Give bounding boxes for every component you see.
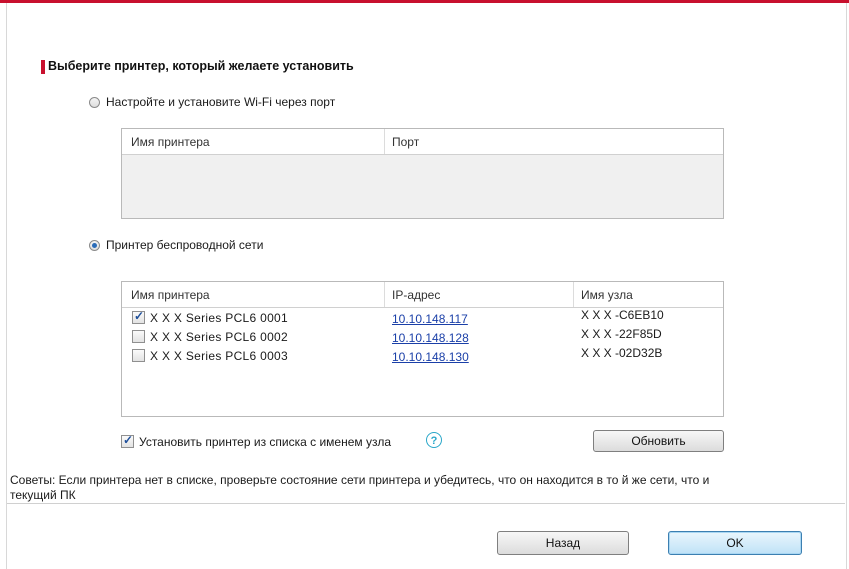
install-by-hostname-label[interactable]: Установить принтер из списка с именем уз… <box>139 435 391 449</box>
tips-text: Советы: Если принтера нет в списке, пров… <box>10 473 710 502</box>
row-2-printer-name: X X X Series PCL6 0002 <box>150 330 289 344</box>
install-by-hostname-checkbox[interactable] <box>121 433 134 448</box>
page-title: Выберите принтер, который желаете устано… <box>48 59 354 73</box>
col-printer-name: Имя принтера <box>131 288 210 302</box>
row-2-host-name: X X X -22F85D <box>581 327 662 341</box>
column-separator <box>573 282 574 307</box>
radio-wifi-port-label[interactable]: Настройте и установите Wi-Fi через порт <box>106 95 335 109</box>
col-ip-address: IP-адрес <box>392 288 441 302</box>
row-1-printer-name: X X X Series PCL6 0001 <box>150 311 289 325</box>
radio-wireless-printer-label[interactable]: Принтер беспроводной сети <box>106 238 263 252</box>
row-2-ip-link[interactable]: 10.10.148.128 <box>392 331 469 345</box>
window-left-border <box>6 3 7 569</box>
window-right-border <box>846 3 847 569</box>
port-table-header: Имя принтера Порт <box>122 129 723 155</box>
column-separator <box>384 129 385 154</box>
question-circle-icon[interactable]: ? <box>426 432 442 448</box>
row-3-ip-link[interactable]: 10.10.148.130 <box>392 350 469 364</box>
port-printer-table: Имя принтера Порт <box>121 128 724 219</box>
top-accent-bar <box>0 0 849 3</box>
row-2-checkbox[interactable] <box>132 330 145 343</box>
footer-divider <box>7 503 845 504</box>
col-host-name: Имя узла <box>581 288 633 302</box>
wireless-table-header: Имя принтера IP-адрес Имя узла <box>122 282 723 308</box>
back-button[interactable]: Назад <box>497 531 629 555</box>
radio-wireless-printer[interactable] <box>89 240 100 251</box>
row-3-host-name: X X X -02D32B <box>581 346 663 360</box>
title-marker-icon <box>41 60 45 74</box>
row-3-checkbox[interactable] <box>132 349 145 362</box>
row-1-ip-link[interactable]: 10.10.148.117 <box>392 312 468 326</box>
refresh-button[interactable]: Обновить <box>593 430 724 452</box>
row-1-host-name: X X X -C6EB10 <box>581 308 664 322</box>
column-separator <box>384 282 385 307</box>
ok-button[interactable]: OK <box>668 531 802 555</box>
port-col-printer-name: Имя принтера <box>131 135 210 149</box>
row-3-printer-name: X X X Series PCL6 0003 <box>150 349 289 363</box>
port-col-port: Порт <box>392 135 420 149</box>
row-1-checkbox[interactable] <box>132 309 145 324</box>
radio-wifi-port[interactable] <box>89 97 100 108</box>
